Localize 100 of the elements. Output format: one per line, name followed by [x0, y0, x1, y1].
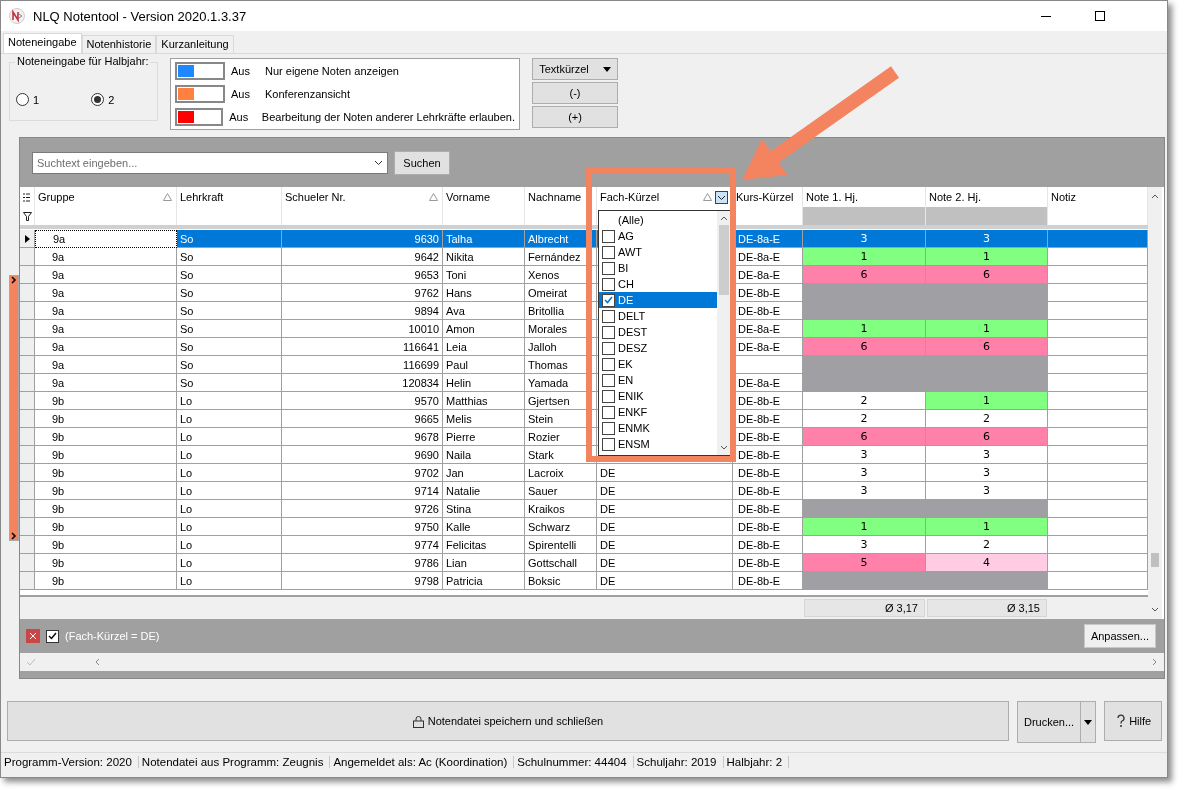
grade-cell[interactable]: 2 — [926, 410, 1048, 428]
grade-cell[interactable]: 1 — [803, 248, 926, 266]
tab[interactable]: Noteneingabe — [3, 33, 82, 53]
grade-cell[interactable]: 3 — [926, 464, 1048, 482]
checkbox[interactable] — [602, 245, 615, 259]
radio-option[interactable]: 2 — [91, 93, 115, 106]
scroll-left-icon[interactable] — [94, 658, 100, 666]
checkbox[interactable] — [602, 293, 615, 307]
filter-option[interactable]: AG — [599, 228, 717, 244]
filter-option[interactable]: ENMK — [599, 420, 717, 436]
grade-cell[interactable]: 3 — [803, 482, 926, 500]
filter-option[interactable]: ENKF — [599, 404, 717, 420]
clear-filter-button[interactable] — [26, 629, 40, 643]
grade-cell[interactable]: 3 — [803, 464, 926, 482]
toggle-switch[interactable] — [175, 107, 224, 126]
grade-cell[interactable]: 1 — [926, 320, 1048, 338]
grade-cell[interactable]: 6 — [803, 338, 926, 356]
grade-cell[interactable] — [803, 356, 926, 374]
tab[interactable]: Notenhistorie — [81, 35, 157, 53]
grade-cell[interactable] — [926, 302, 1048, 320]
checkbox[interactable] — [602, 277, 615, 291]
column-header[interactable]: Fach-Kürzel — [597, 187, 733, 207]
grade-cell[interactable]: 3 — [926, 482, 1048, 500]
scroll-right-icon[interactable] — [1152, 658, 1158, 666]
toggle-switch[interactable] — [175, 62, 225, 81]
filter-option[interactable]: DESZ — [599, 340, 717, 356]
scroll-down-icon[interactable] — [1151, 607, 1159, 613]
grade-cell[interactable]: 3 — [926, 446, 1048, 464]
grade-cell[interactable] — [803, 572, 926, 590]
grade-cell[interactable]: 6 — [803, 428, 926, 446]
filter-option[interactable]: ENIK — [599, 388, 717, 404]
horizontal-scrollbar[interactable] — [20, 653, 1164, 671]
column-header[interactable]: Vorname — [443, 187, 525, 207]
column-header[interactable]: Nachname — [525, 187, 597, 207]
grade-cell[interactable] — [803, 284, 926, 302]
grade-cell[interactable]: 2 — [926, 536, 1048, 554]
grade-cell[interactable]: 3 — [803, 536, 926, 554]
radio-option[interactable]: 1 — [16, 93, 40, 106]
grade-cell[interactable]: 2 — [803, 410, 926, 428]
column-header[interactable]: Kurs-Kürzel — [733, 187, 803, 207]
checkbox[interactable] — [602, 389, 615, 403]
checkbox[interactable] — [46, 629, 59, 643]
radio-button[interactable] — [16, 93, 29, 106]
filter-option[interactable]: CH — [599, 276, 717, 292]
filter-option[interactable]: (Alle) — [599, 212, 717, 228]
checkbox[interactable] — [602, 261, 615, 275]
checkbox[interactable] — [602, 357, 615, 371]
column-header[interactable]: Lehrkraft — [177, 187, 282, 207]
checkbox[interactable] — [602, 405, 615, 419]
column-header[interactable]: Gruppe — [35, 187, 177, 207]
scroll-down-icon[interactable] — [720, 445, 728, 451]
grade-cell[interactable]: 3 — [803, 230, 926, 248]
scrollbar-thumb[interactable] — [719, 225, 729, 295]
grade-cell[interactable] — [926, 356, 1048, 374]
grade-cell[interactable]: 1 — [926, 248, 1048, 266]
grade-cell[interactable]: 1 — [926, 392, 1048, 410]
grade-cell[interactable]: 3 — [803, 446, 926, 464]
grade-cell[interactable] — [803, 374, 926, 392]
maximize-icon[interactable] — [1095, 11, 1105, 21]
column-header[interactable]: Schueler Nr. — [282, 187, 443, 207]
grade-cell[interactable] — [803, 302, 926, 320]
checkbox[interactable] — [602, 437, 615, 451]
filter-option[interactable]: EK — [599, 356, 717, 372]
vertical-scrollbar[interactable] — [1148, 187, 1162, 619]
grade-cell[interactable] — [926, 572, 1048, 590]
scroll-up-icon[interactable] — [1151, 193, 1159, 199]
toolbar-button[interactable]: (+) — [532, 106, 618, 128]
tab[interactable]: Kurzanleitung — [156, 35, 234, 53]
row-header[interactable] — [20, 230, 35, 248]
filter-option[interactable]: DEST — [599, 324, 717, 340]
grade-cell[interactable] — [803, 500, 926, 518]
column-chooser-icon[interactable] — [23, 192, 30, 202]
filter-option[interactable]: BI — [599, 260, 717, 276]
checkbox[interactable] — [602, 421, 615, 435]
grade-cell[interactable] — [926, 284, 1048, 302]
grade-cell[interactable]: 5 — [803, 554, 926, 572]
dropdown-scrollbar[interactable] — [717, 211, 731, 455]
grade-cell[interactable]: 1 — [803, 320, 926, 338]
filter-option[interactable]: DELT — [599, 308, 717, 324]
filter-option[interactable]: EN — [599, 372, 717, 388]
print-button[interactable]: Drucken... — [1017, 701, 1097, 743]
radio-button[interactable] — [91, 93, 105, 106]
customize-button[interactable]: Anpassen... — [1083, 624, 1156, 648]
filter-dropdown-icon[interactable] — [715, 190, 728, 204]
search-field[interactable]: Suchtext eingeben... — [32, 151, 388, 174]
toolbar-button[interactable]: (-) — [532, 82, 618, 104]
grade-cell[interactable]: 1 — [803, 518, 926, 536]
checkbox[interactable] — [602, 373, 615, 387]
grade-cell[interactable]: 3 — [926, 230, 1048, 248]
grade-cell[interactable] — [926, 500, 1048, 518]
dropdown-button[interactable]: Textkürzel — [532, 58, 618, 80]
filter-cell[interactable] — [926, 207, 1048, 225]
grade-cell[interactable]: 6 — [803, 266, 926, 284]
filter-icon[interactable] — [22, 211, 32, 221]
checkbox[interactable] — [602, 229, 615, 243]
checkbox[interactable] — [602, 325, 615, 339]
help-button[interactable]: Hilfe — [1104, 701, 1163, 741]
scrollbar-thumb[interactable] — [1151, 553, 1159, 567]
grade-cell[interactable]: 1 — [926, 518, 1048, 536]
grade-cell[interactable]: 2 — [803, 392, 926, 410]
